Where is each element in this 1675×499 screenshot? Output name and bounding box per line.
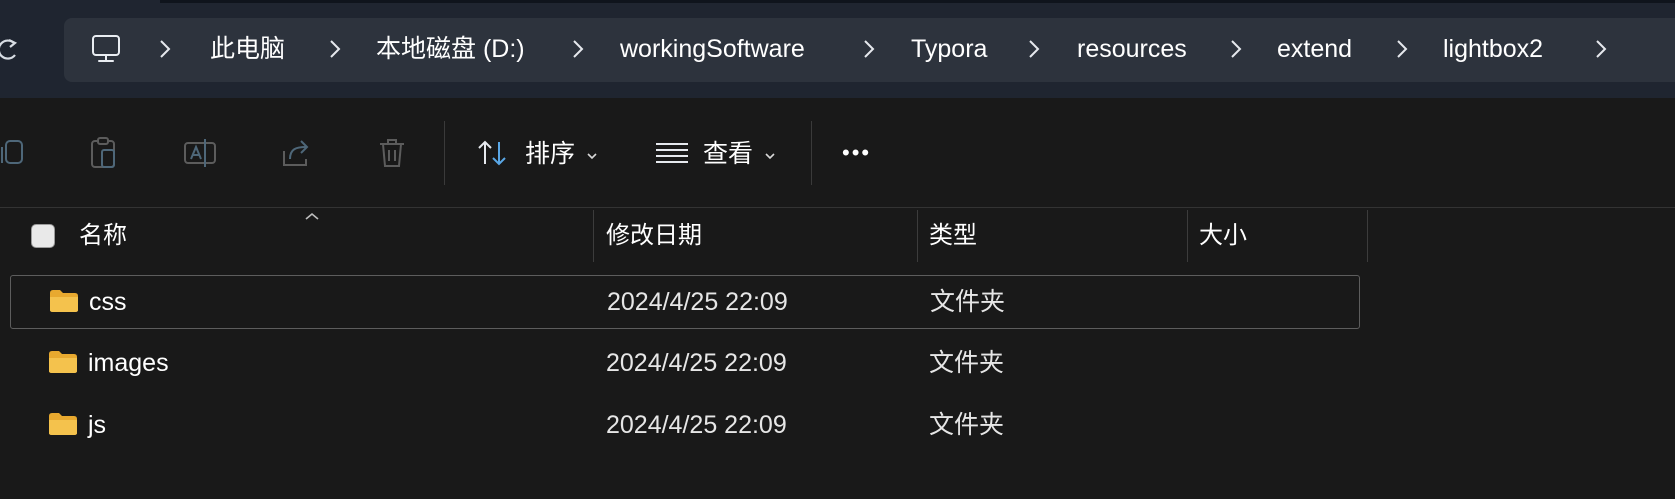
file-type: 文件夹: [929, 411, 1005, 439]
breadcrumb-item-extend[interactable]: extend: [1277, 31, 1352, 67]
file-name[interactable]: images: [88, 345, 169, 381]
copy-icon[interactable]: [0, 135, 26, 171]
sort-button[interactable]: 排序: [525, 136, 575, 172]
toolbar-divider: [811, 121, 812, 185]
file-name[interactable]: js: [88, 407, 106, 443]
toolbar-divider: [444, 121, 445, 185]
chevron-right-icon[interactable]: [571, 38, 585, 60]
chevron-down-icon[interactable]: [586, 148, 598, 160]
delete-icon[interactable]: [374, 135, 410, 171]
file-modified: 2024/4/25 22:09: [606, 349, 787, 377]
command-bar: [0, 98, 1675, 208]
file-name[interactable]: css: [89, 284, 127, 320]
file-row[interactable]: css 2024/4/25 22:09 文件夹: [10, 275, 1360, 329]
file-modified: 2024/4/25 22:09: [606, 411, 787, 439]
this-pc-icon[interactable]: [90, 33, 122, 65]
column-header-name[interactable]: 名称: [79, 218, 127, 254]
file-type: 文件夹: [929, 349, 1005, 377]
more-options-button[interactable]: •••: [842, 135, 871, 171]
view-button[interactable]: 查看: [703, 136, 753, 172]
window-top-edge: [160, 0, 1675, 3]
folder-icon: [48, 411, 78, 437]
breadcrumb-item-resources[interactable]: resources: [1077, 31, 1187, 67]
file-row[interactable]: images 2024/4/25 22:09 文件夹: [10, 337, 1360, 391]
share-icon[interactable]: [278, 135, 314, 171]
chevron-right-icon[interactable]: [1027, 38, 1041, 60]
chevron-right-icon[interactable]: [158, 38, 172, 60]
chevron-right-icon[interactable]: [1229, 38, 1243, 60]
breadcrumb-item-workingsoftware[interactable]: workingSoftware: [620, 31, 805, 67]
column-divider[interactable]: [1187, 210, 1188, 262]
chevron-right-icon[interactable]: [328, 38, 342, 60]
column-header-type[interactable]: 类型: [929, 218, 977, 254]
sort-icon[interactable]: [475, 135, 511, 171]
view-icon[interactable]: [654, 135, 690, 171]
folder-icon: [49, 288, 79, 314]
column-divider[interactable]: [1367, 210, 1368, 262]
refresh-icon[interactable]: [0, 34, 20, 64]
paste-icon[interactable]: [86, 135, 122, 171]
file-type: 文件夹: [930, 288, 1006, 316]
column-divider[interactable]: [593, 210, 594, 262]
rename-icon[interactable]: [182, 135, 218, 171]
column-header-modified[interactable]: 修改日期: [606, 218, 702, 254]
chevron-down-icon[interactable]: [764, 148, 776, 160]
file-modified: 2024/4/25 22:09: [607, 288, 788, 316]
breadcrumb-item-typora[interactable]: Typora: [911, 31, 987, 67]
file-row[interactable]: js 2024/4/25 22:09 文件夹: [10, 399, 1360, 453]
column-divider[interactable]: [917, 210, 918, 262]
breadcrumb-item-local-disk[interactable]: 本地磁盘 (D:): [376, 31, 525, 67]
breadcrumb-item-lightbox2[interactable]: lightbox2: [1443, 31, 1543, 67]
chevron-right-icon[interactable]: [1594, 38, 1608, 60]
toolbar-bottom-border: [0, 207, 1675, 208]
chevron-right-icon[interactable]: [862, 38, 876, 60]
folder-icon: [48, 349, 78, 375]
select-all-checkbox[interactable]: [31, 224, 55, 248]
column-header-size[interactable]: 大小: [1199, 218, 1247, 254]
chevron-right-icon[interactable]: [1395, 38, 1409, 60]
breadcrumb-item-this-pc[interactable]: 此电脑: [210, 31, 285, 67]
sort-ascending-icon: [304, 208, 320, 220]
